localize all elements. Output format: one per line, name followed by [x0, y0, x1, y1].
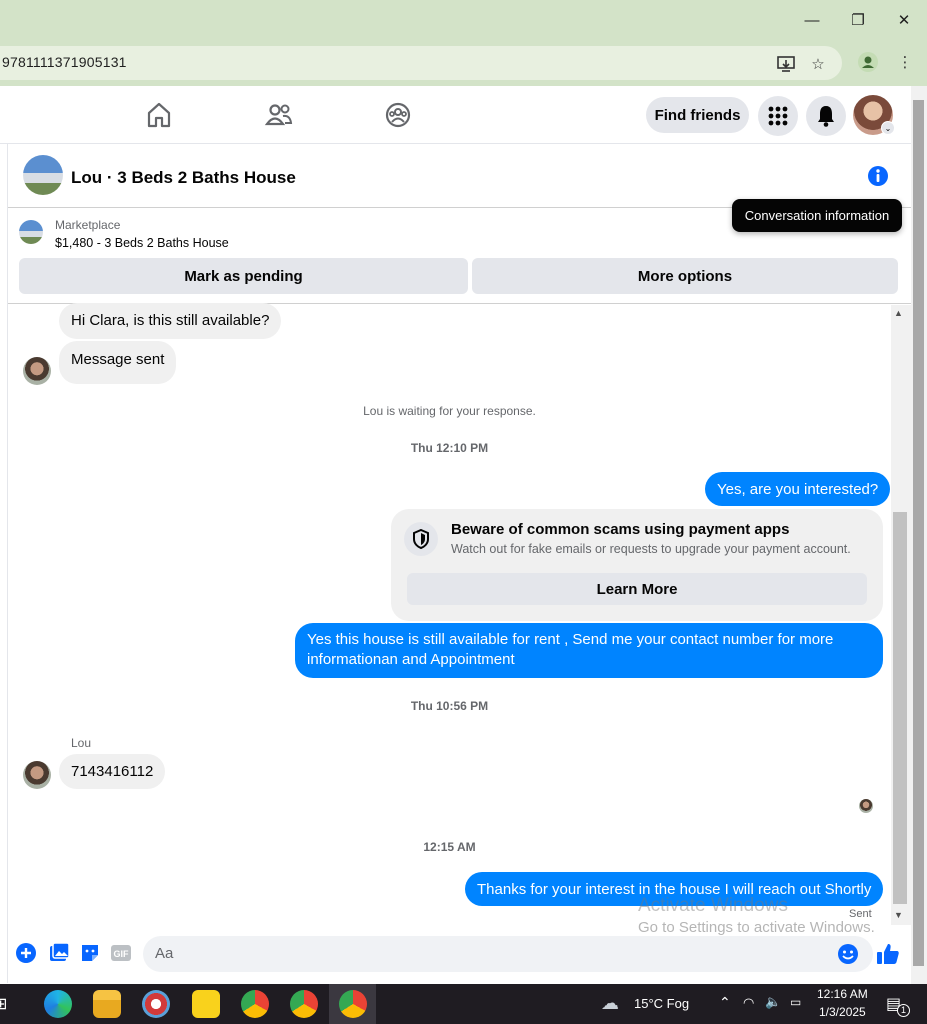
thumbs-up-icon[interactable]	[876, 942, 899, 964]
task-view-icon[interactable]: ⊞	[0, 994, 14, 1022]
message-bubble-outgoing[interactable]: Yes, are you interested?	[705, 472, 891, 506]
conversation-info-tooltip: Conversation information	[732, 199, 902, 232]
home-icon[interactable]	[144, 100, 174, 130]
photo-icon[interactable]	[48, 942, 70, 964]
sticker-icon[interactable]	[79, 942, 101, 964]
notification-count-badge: 1	[897, 1004, 910, 1017]
url-text[interactable]: 9781111371905131	[2, 54, 127, 70]
message-bubble-outgoing[interactable]: Yes this house is still available for re…	[295, 623, 883, 678]
activate-windows-hint: Go to Settings to activate Windows.	[638, 919, 875, 936]
emoji-icon[interactable]	[837, 943, 859, 970]
lou-avatar[interactable]	[23, 761, 51, 789]
clock-time[interactable]: 12:16 AM	[817, 987, 868, 1001]
volume-icon[interactable]: 🔈	[765, 994, 781, 1010]
clock-date[interactable]: 1/3/2025	[819, 1005, 866, 1019]
profile-icon[interactable]	[858, 52, 878, 72]
message-bubble-incoming[interactable]: Message sent	[59, 341, 177, 384]
message-input[interactable]: Aa	[143, 936, 873, 972]
bookmark-star-icon[interactable]: ☆	[808, 54, 828, 74]
facebook-header: Find friends ⌄	[0, 86, 911, 144]
battery-icon[interactable]: ▭	[790, 995, 801, 1009]
fog-weather-icon[interactable]: ☁	[601, 993, 619, 1014]
browser-toolbar: 9781111371905131 ☆ ⋮	[0, 40, 927, 86]
wifi-icon[interactable]: ◠	[743, 995, 754, 1011]
message-input-placeholder: Aa	[155, 945, 174, 962]
marketplace-thumbnail	[19, 220, 43, 244]
browser-titlebar: — ❐ ✕	[0, 0, 927, 40]
listing-summary[interactable]: $1,480 - 3 Beds 2 Baths House	[55, 236, 229, 250]
message-bubble-incoming[interactable]: Hi Clara, is this still available?	[59, 303, 282, 339]
windows-taskbar: ⊞ ☁ 15°C Fog ⌃ ◠ 🔈 ▭ 12:16 AM 1/3/2025 ▤…	[0, 984, 927, 1024]
svg-text:GIF: GIF	[114, 949, 130, 959]
chrome-profile-b-icon[interactable]	[290, 990, 318, 1018]
shield-icon	[404, 522, 438, 556]
activate-windows-watermark: Activate Windows	[638, 895, 788, 916]
learn-more-button[interactable]: Learn More	[407, 573, 867, 605]
info-icon[interactable]	[867, 165, 889, 187]
file-explorer-icon[interactable]	[93, 990, 121, 1018]
address-bar[interactable]: 9781111371905131 ☆	[0, 46, 842, 80]
weather-text[interactable]: 15°C Fog	[634, 996, 689, 1011]
scroll-down-icon[interactable]: ▼	[894, 910, 903, 920]
timestamp: Thu 10:56 PM	[410, 699, 489, 713]
browser-menu-icon[interactable]: ⋮	[895, 52, 915, 72]
timestamp: 12:15 AM	[423, 840, 476, 854]
install-app-icon[interactable]	[776, 54, 796, 74]
plus-icon[interactable]	[15, 942, 37, 964]
chrome-profile-a-icon[interactable]	[241, 990, 269, 1018]
lou-avatar[interactable]	[23, 357, 51, 385]
sticky-notes-icon[interactable]	[192, 990, 220, 1018]
minimize-button[interactable]: —	[789, 6, 835, 34]
chevron-up-icon[interactable]: ⌃	[719, 994, 731, 1011]
more-options-button[interactable]: More options	[472, 258, 898, 294]
notifications-bell-icon[interactable]	[806, 96, 846, 136]
mark-as-pending-button[interactable]: Mark as pending	[19, 258, 468, 294]
close-window-button[interactable]: ✕	[881, 6, 927, 34]
chrome-active-icon[interactable]	[339, 990, 367, 1018]
thread-scrollbar-thumb[interactable]	[893, 512, 907, 904]
conversation-title[interactable]: Lou · 3 Beds 2 Baths House	[71, 168, 296, 188]
listing-thumbnail[interactable]	[23, 155, 63, 195]
groups-icon[interactable]	[383, 100, 413, 130]
message-bubble-incoming[interactable]: 7143416112	[59, 754, 166, 789]
marketplace-label: Marketplace	[55, 218, 121, 232]
restore-button[interactable]: ❐	[835, 6, 881, 34]
edge-icon[interactable]	[44, 990, 72, 1018]
scam-warning-text: Watch out for fake emails or requests to…	[451, 542, 851, 556]
menu-grid-icon[interactable]	[758, 96, 798, 136]
timestamp: Thu 12:10 PM	[410, 441, 489, 455]
friends-icon[interactable]	[264, 100, 294, 130]
seen-avatar	[859, 799, 873, 813]
page-scrollbar-thumb[interactable]	[913, 100, 924, 966]
gif-icon[interactable]: GIF	[110, 942, 132, 964]
waiting-notice: Lou is waiting for your response.	[363, 404, 536, 418]
paint-icon[interactable]	[142, 990, 170, 1018]
left-panel-edge	[0, 86, 8, 983]
scroll-up-icon[interactable]: ▲	[894, 308, 903, 318]
scam-warning-card: Beware of common scams using payment app…	[391, 509, 883, 621]
scam-warning-title: Beware of common scams using payment app…	[451, 521, 790, 538]
chevron-down-icon[interactable]: ⌄	[881, 121, 895, 135]
sender-name: Lou	[71, 736, 92, 750]
find-friends-button[interactable]: Find friends	[646, 97, 749, 133]
